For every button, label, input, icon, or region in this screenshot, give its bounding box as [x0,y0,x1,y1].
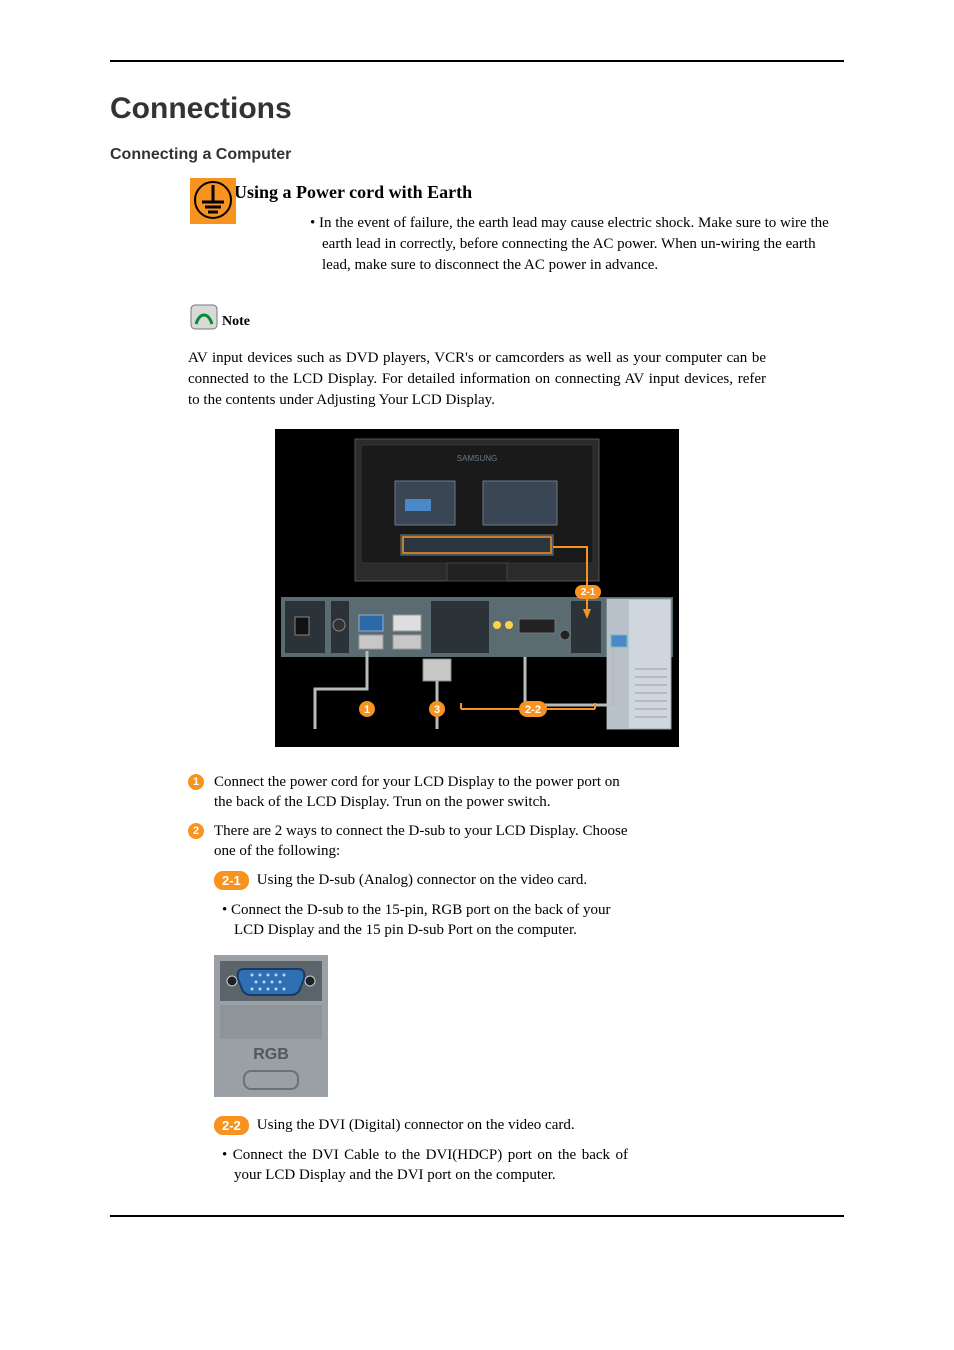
substep-2-1-bullet-text: Connect the D-sub to the 15-pin, RGB por… [231,902,611,938]
earth-ground-icon [190,178,236,224]
earth-bullet: • In the event of failure, the earth lea… [322,213,844,276]
substep-2-1-bullet: • Connect the D-sub to the 15-pin, RGB p… [222,900,628,941]
connection-diagram: SAMSUNG [110,429,844,752]
step-1-number: 1 [188,774,204,790]
earth-warning-block: Using a Power cord with Earth • In the e… [190,178,844,278]
note-icon [190,304,218,330]
substep-2-1-badge: 2-1 [214,871,249,890]
substep-2-1-label: Using the D-sub (Analog) connector on th… [257,872,587,889]
step-2-text: There are 2 ways to connect the D-sub to… [214,821,628,862]
earth-heading: Using a Power cord with Earth [234,178,844,203]
substep-2-2-label: Using the DVI (Digital) connector on the… [257,1117,575,1134]
rgb-port-label: RGB [253,1046,289,1063]
diagram-callout-2-1: 2-1 [581,587,596,598]
substep-2-2-bullet: • Connect the DVI Cable to the DVI(HDCP)… [222,1145,628,1186]
note-body: AV input devices such as DVD players, VC… [188,348,766,411]
earth-bullet-text: In the event of failure, the earth lead … [319,215,829,273]
diagram-callout-2-2: 2-2 [525,704,541,716]
step-2-number: 2 [188,823,204,839]
bottom-rule [110,1215,844,1217]
monitor-brand-text: SAMSUNG [457,454,497,463]
top-rule [110,60,844,62]
page-title: Connections [110,92,844,126]
step-1: 1 Connect the power cord for your LCD Di… [188,772,628,813]
step-2: 2 There are 2 ways to connect the D-sub … [188,821,628,862]
diagram-callout-1: 1 [364,704,370,716]
note-block: Note [190,304,844,330]
substep-2-2-bullet-text: Connect the DVI Cable to the DVI(HDCP) p… [233,1147,628,1183]
substep-2-1-block: 2-1 Using the D-sub (Analog) connector o… [214,871,628,941]
rgb-port-figure: RGB [214,955,844,1102]
note-label: Note [222,314,250,330]
step-1-text: Connect the power cord for your LCD Disp… [214,772,628,813]
section-heading: Connecting a Computer [110,146,844,164]
diagram-callout-3: 3 [434,704,440,716]
substep-2-2-block: 2-2 Using the DVI (Digital) connector on… [214,1116,628,1186]
numbered-steps: 1 Connect the power cord for your LCD Di… [188,772,628,861]
substep-2-2-badge: 2-2 [214,1116,249,1135]
